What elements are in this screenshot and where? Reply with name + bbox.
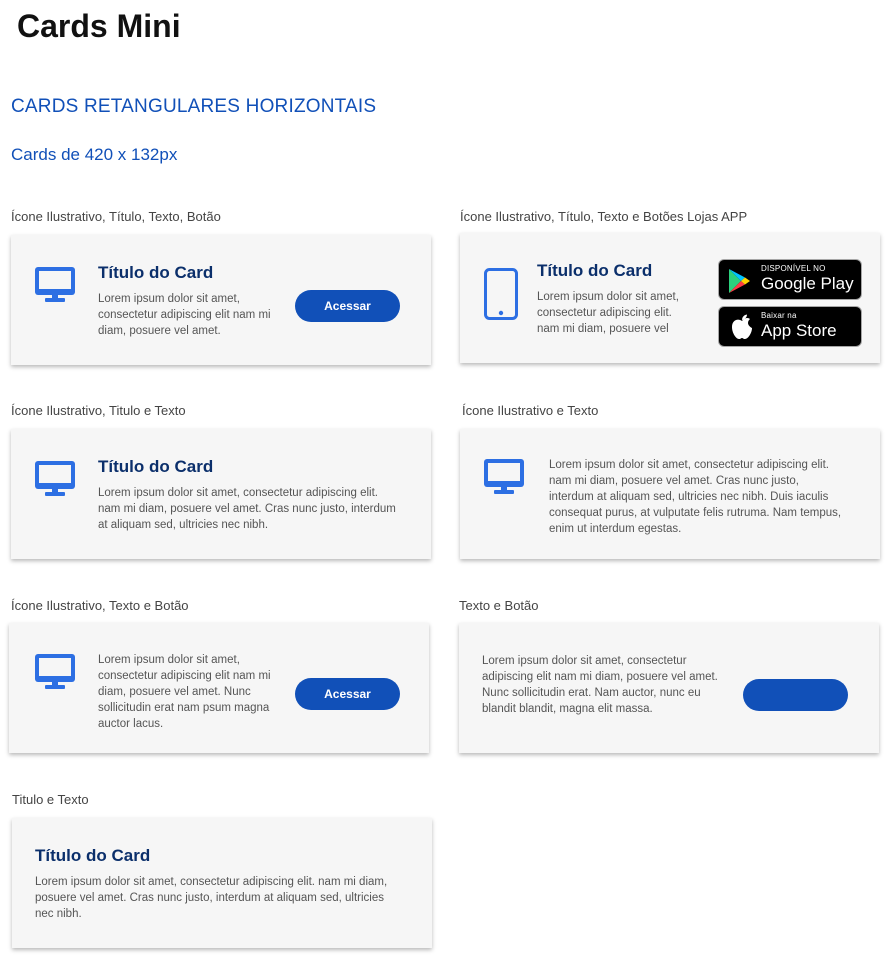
card-icon-title-text-button: Título do Card Lorem ipsum dolor sit ame… (11, 235, 431, 365)
card-caption: Ícone Ilustrativo, Titulo e Texto (11, 403, 186, 418)
google-play-label: Google Play (761, 274, 854, 293)
card-caption: Titulo e Texto (12, 792, 89, 807)
google-play-icon (729, 269, 750, 293)
card-text: Lorem ipsum dolor sit amet, consectetur … (98, 293, 271, 337)
page-title: Cards Mini (17, 8, 181, 44)
card-caption: Ícone Ilustrativo e Texto (462, 403, 599, 418)
apple-icon (732, 314, 752, 339)
card-icon-text: Lorem ipsum dolor sit amet, consectetur … (460, 429, 880, 559)
card-text: Lorem ipsum dolor sit amet, consectetur … (549, 459, 842, 535)
card-icon-text-button: Lorem ipsum dolor sit amet, consectetur … (9, 623, 429, 753)
google-play-button[interactable]: DISPONÍVEL NO Google Play (718, 259, 862, 300)
card-caption: Texto e Botão (459, 598, 539, 613)
app-store-button[interactable]: Baixar na App Store (718, 306, 862, 347)
card-caption: Ícone Ilustrativo, Texto e Botão (11, 598, 189, 613)
app-store-label: App Store (761, 321, 837, 340)
monitor-icon (35, 654, 75, 689)
card-title: Título do Card (98, 263, 214, 282)
card-title: Título do Card (35, 846, 151, 865)
card-title-text: Título do Card Lorem ipsum dolor sit ame… (12, 818, 432, 948)
action-button[interactable] (743, 679, 848, 711)
access-button[interactable]: Acessar (295, 290, 400, 322)
card-caption: Ícone Ilustrativo, Título, Texto e Botõe… (460, 209, 748, 224)
section-title: CARDS RETANGULARES HORIZONTAIS (11, 96, 377, 117)
card-title: Título do Card (98, 457, 214, 476)
monitor-icon (35, 267, 75, 302)
card-text: Lorem ipsum dolor sit amet, consectetur … (98, 654, 271, 730)
card-text: Lorem ipsum dolor sit amet, consectetur … (35, 876, 388, 920)
card-text: Lorem ipsum dolor sit amet, consectetur … (537, 291, 679, 335)
monitor-icon (484, 459, 524, 494)
smartphone-icon (484, 268, 518, 320)
access-button[interactable]: Acessar (295, 678, 400, 710)
card-icon-title-text-store-buttons: Título do Card Lorem ipsum dolor sit ame… (460, 233, 880, 363)
card-caption: Ícone Ilustrativo, Título, Texto, Botão (11, 209, 221, 224)
card-text-button: Lorem ipsum dolor sit amet, consectetur … (459, 623, 879, 753)
card-text: Lorem ipsum dolor sit amet, consectetur … (482, 655, 718, 715)
card-icon-title-text: Título do Card Lorem ipsum dolor sit ame… (11, 429, 431, 559)
google-play-small-label: DISPONÍVEL NO (761, 264, 826, 273)
card-title: Título do Card (537, 261, 653, 280)
app-store-small-label: Baixar na (761, 311, 797, 320)
monitor-icon (35, 461, 75, 496)
card-text: Lorem ipsum dolor sit amet, consectetur … (98, 487, 396, 531)
section-subtitle: Cards de 420 x 132px (11, 145, 178, 164)
